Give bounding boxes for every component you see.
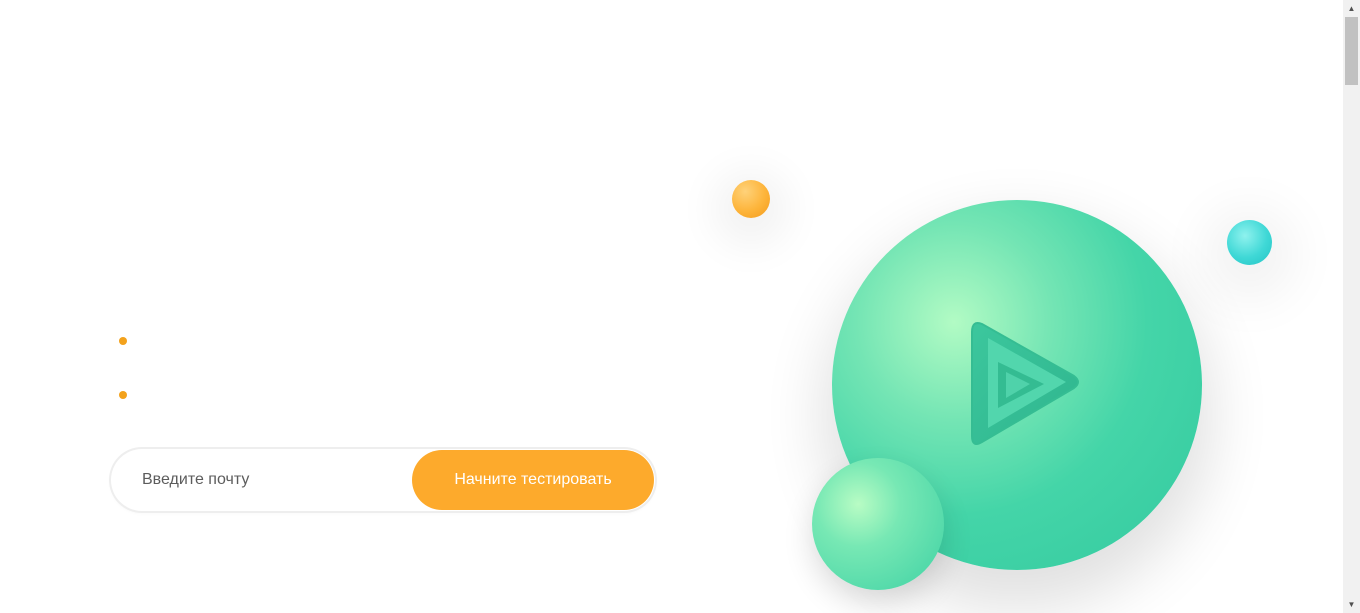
small-green-sphere xyxy=(812,458,944,590)
teal-sphere xyxy=(1227,220,1272,265)
bullet-dot xyxy=(119,391,127,399)
email-input[interactable] xyxy=(111,449,411,511)
landing-page: Начните тестировать ▲ ▼ xyxy=(0,0,1360,613)
bullet-dot xyxy=(119,337,127,345)
play-icon xyxy=(971,322,1079,445)
scroll-up-arrow-icon[interactable]: ▲ xyxy=(1343,0,1360,17)
start-testing-button[interactable]: Начните тестировать xyxy=(412,450,654,510)
scroll-down-arrow-icon[interactable]: ▼ xyxy=(1343,596,1360,613)
orange-sphere xyxy=(732,180,770,218)
email-signup-form: Начните тестировать xyxy=(111,449,655,511)
scrollbar-thumb[interactable] xyxy=(1345,17,1358,85)
vertical-scrollbar[interactable]: ▲ ▼ xyxy=(1343,0,1360,613)
